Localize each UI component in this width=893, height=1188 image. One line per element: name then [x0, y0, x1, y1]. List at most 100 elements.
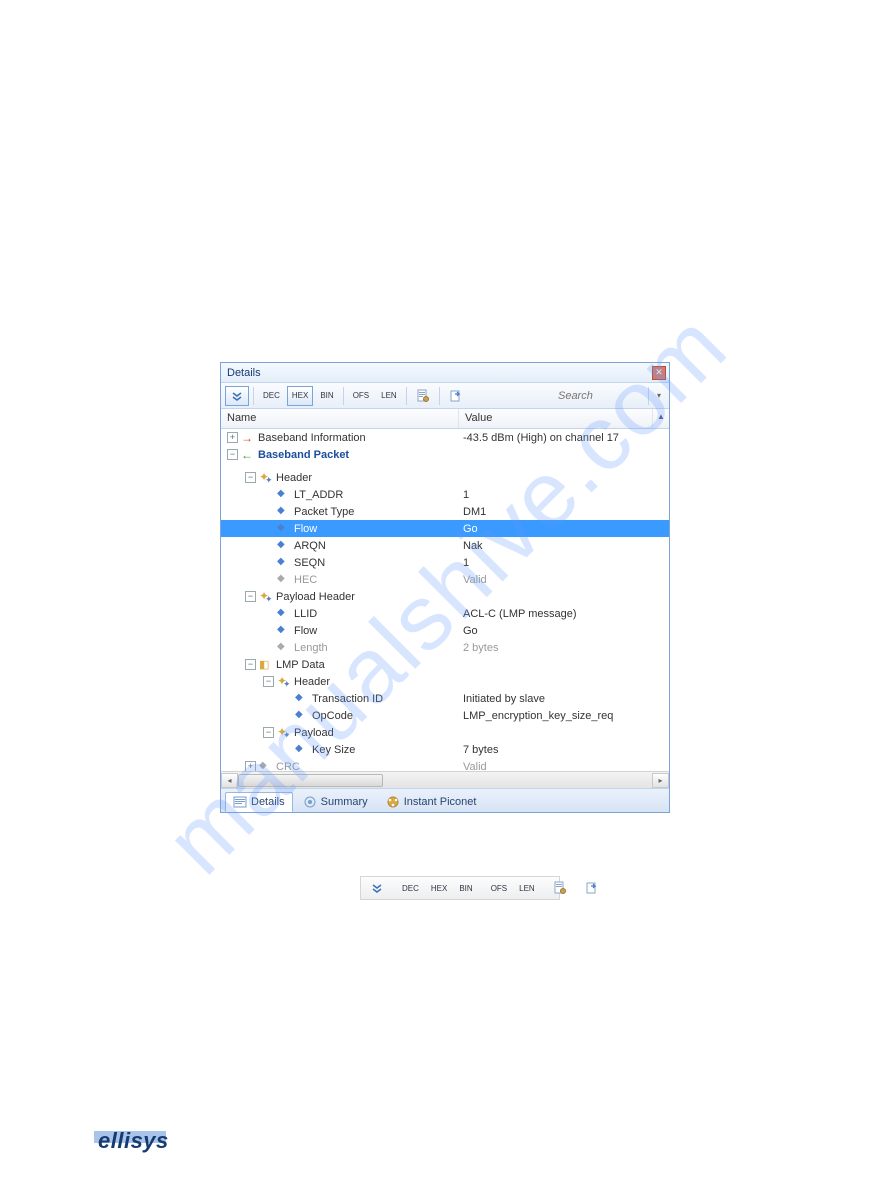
row-icon	[259, 590, 273, 604]
bin-button-2[interactable]: BIN	[454, 878, 477, 898]
scroll-thumb[interactable]	[238, 774, 383, 787]
tree-row[interactable]: ◆OpCodeLMP_encryption_key_size_req	[221, 707, 669, 724]
tree-row-label: ◆Transaction ID	[221, 692, 459, 706]
expand-toggle[interactable]: −	[227, 449, 238, 460]
tree-row[interactable]: −←Baseband Packet	[221, 446, 669, 463]
document-icon	[553, 881, 567, 895]
tree-row[interactable]: −◧LMP Data	[221, 656, 669, 673]
tree-row[interactable]: ◆ARQNNak	[221, 537, 669, 554]
tree-row-label: ◆SEQN	[221, 556, 459, 570]
tree-row[interactable]: ◆LLIDACL-C (LMP message)	[221, 605, 669, 622]
tree-row[interactable]: ◆Transaction IDInitiated by slave	[221, 690, 669, 707]
tree-row-label: −Header	[221, 471, 459, 485]
row-name: Payload	[294, 727, 334, 739]
tree-row[interactable]: ◆Length2 bytes	[221, 639, 669, 656]
sort-indicator[interactable]: ▲	[653, 409, 669, 428]
expand-all-button-2[interactable]	[365, 878, 389, 898]
tree-row[interactable]: ◆HECValid	[221, 571, 669, 588]
expand-toggle[interactable]: −	[245, 659, 256, 670]
expand-all-button[interactable]	[225, 386, 249, 406]
row-icon	[259, 471, 273, 485]
bin-button[interactable]: BIN	[315, 386, 338, 406]
export-button[interactable]	[444, 386, 468, 406]
toolbar-separator	[648, 387, 649, 405]
tree-row[interactable]: − Header	[221, 673, 669, 690]
len-button-2[interactable]: LEN	[514, 878, 540, 898]
tree-row-label: ◆Flow	[221, 522, 459, 536]
row-name: Header	[294, 676, 330, 688]
close-button[interactable]: ✕	[652, 366, 666, 380]
row-icon: ◧	[259, 658, 273, 672]
row-name: Payload Header	[276, 591, 355, 603]
row-icon: ◆	[277, 505, 291, 519]
row-name: ARQN	[294, 540, 326, 552]
tree-view[interactable]: +→Baseband Information-43.5 dBm (High) o…	[221, 429, 669, 771]
search-input[interactable]	[554, 387, 644, 405]
tree-row-label: ◆HEC	[221, 573, 459, 587]
scroll-right-arrow[interactable]: ▸	[652, 773, 669, 788]
dec-button[interactable]: DEC	[258, 386, 285, 406]
row-value: 2 bytes	[459, 642, 669, 654]
tree-row[interactable]: −Header	[221, 469, 669, 486]
toolbar-separator	[253, 387, 254, 405]
row-icon: ◆	[295, 709, 309, 723]
doc-view-button-2[interactable]	[548, 878, 572, 898]
expand-toggle[interactable]: +	[227, 432, 238, 443]
col-name[interactable]: Name	[221, 409, 459, 428]
chevron-down-icon	[230, 389, 244, 403]
tab-details[interactable]: Details	[225, 792, 293, 812]
tree-row-label: ◆LT_ADDR	[221, 488, 459, 502]
row-value: 7 bytes	[459, 744, 669, 756]
toolbar: DEC HEX BIN OFS LEN ▾	[221, 383, 669, 409]
horizontal-scrollbar[interactable]: ◂ ▸	[221, 771, 669, 788]
tree-row[interactable]: ◆FlowGo	[221, 622, 669, 639]
tab-piconet[interactable]: Instant Piconet	[378, 792, 485, 812]
col-value[interactable]: Value	[459, 409, 653, 428]
ofs-button-2[interactable]: OFS	[486, 878, 512, 898]
expand-toggle[interactable]: +	[245, 761, 256, 771]
expand-toggle[interactable]: −	[263, 676, 274, 687]
row-icon: ◆	[277, 556, 291, 570]
tree-row[interactable]: − Payload	[221, 724, 669, 741]
expand-toggle[interactable]: −	[245, 472, 256, 483]
row-icon: ◆	[295, 692, 309, 706]
scroll-track[interactable]	[238, 773, 652, 788]
tree-row[interactable]: − Payload Header	[221, 588, 669, 605]
expand-toggle[interactable]: −	[263, 727, 274, 738]
row-value: ACL-C (LMP message)	[459, 608, 669, 620]
tree-row-label: ◆ARQN	[221, 539, 459, 553]
row-value: -43.5 dBm (High) on channel 17	[459, 432, 669, 444]
dec-button-2[interactable]: DEC	[397, 878, 424, 898]
tab-summary[interactable]: Summary	[295, 792, 376, 812]
ofs-button[interactable]: OFS	[348, 386, 374, 406]
tree-row-label: ◆Key Size	[221, 743, 459, 757]
tree-row[interactable]: ◆Key Size7 bytes	[221, 741, 669, 758]
tree-row[interactable]: ◆Packet TypeDM1	[221, 503, 669, 520]
tree-row[interactable]: +◆CRCValid	[221, 758, 669, 771]
column-header: Name Value ▲	[221, 409, 669, 429]
hex-button-2[interactable]: HEX	[426, 878, 452, 898]
row-icon	[277, 675, 291, 689]
row-name: Key Size	[312, 744, 355, 756]
tree-row[interactable]: ◆FlowGo	[221, 520, 669, 537]
tree-row-label: +→Baseband Information	[221, 431, 459, 445]
row-value: 1	[459, 489, 669, 501]
row-name: Baseband Information	[258, 432, 366, 444]
search-dropdown-arrow[interactable]: ▾	[653, 391, 665, 400]
summary-tab-icon	[303, 795, 317, 809]
details-panel: Details ✕ DEC HEX BIN OFS LEN ▾ Name Val…	[220, 362, 670, 813]
tree-row[interactable]: ◆SEQN1	[221, 554, 669, 571]
expand-toggle[interactable]: −	[245, 591, 256, 602]
tree-row[interactable]: ◆LT_ADDR1	[221, 486, 669, 503]
hex-button[interactable]: HEX	[287, 386, 313, 406]
row-icon: ◆	[259, 760, 273, 772]
export-button-2[interactable]	[580, 878, 604, 898]
scroll-left-arrow[interactable]: ◂	[221, 773, 238, 788]
len-button[interactable]: LEN	[376, 386, 402, 406]
doc-view-button[interactable]	[411, 386, 435, 406]
chevron-down-icon	[370, 881, 384, 895]
tree-row-label: − Payload	[221, 726, 459, 740]
row-icon: →	[241, 431, 255, 445]
tree-row[interactable]: +→Baseband Information-43.5 dBm (High) o…	[221, 429, 669, 446]
row-name: LMP Data	[276, 659, 325, 671]
